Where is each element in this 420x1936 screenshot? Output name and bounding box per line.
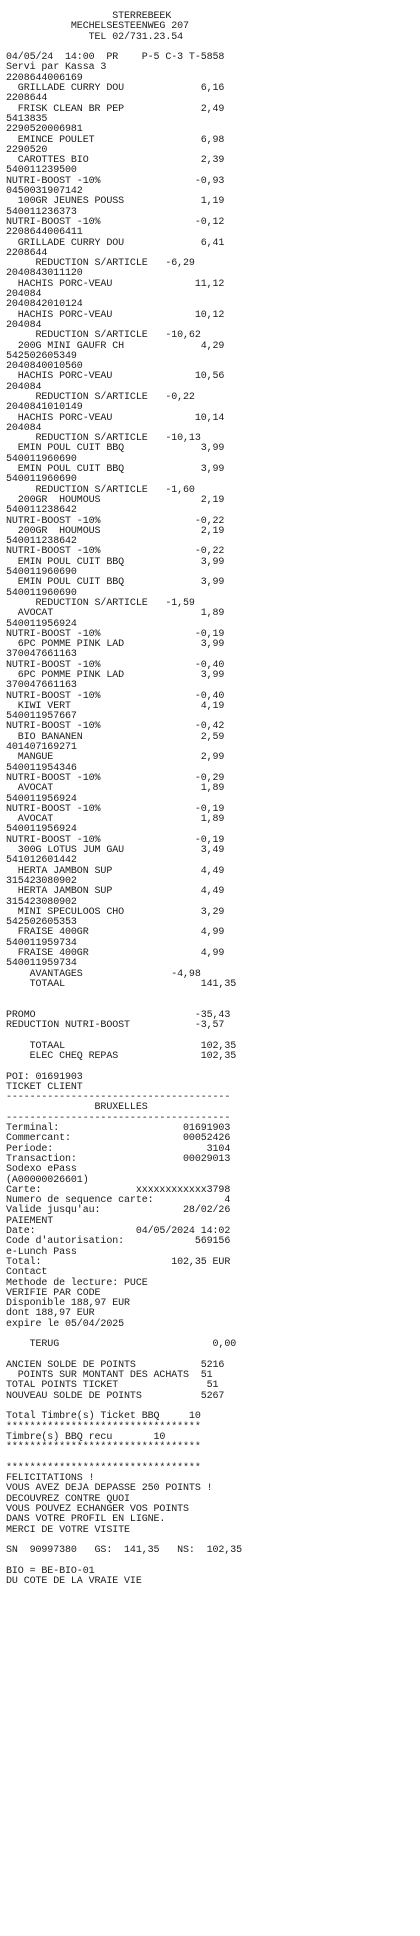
receipt-line: ELEC CHEQ REPAS 102,35 — [6, 1050, 237, 1062]
receipt-line: EMINCE POULET 6,98 — [6, 134, 225, 146]
receipt-line: NOUVEAU SOLDE DE POINTS 5267 — [6, 1390, 225, 1402]
receipt-line: SN 90997380 GS: 141,35 NS: 102,35 — [6, 1545, 243, 1557]
receipt-line: ********************************* — [6, 1442, 201, 1454]
receipt-line: MERCI DE VOTRE VISITE — [6, 1524, 130, 1536]
receipt-line: Valide jusqu'au: 28/02/26 — [6, 1205, 231, 1217]
receipt-line: FRISK CLEAN BR PEP 2,49 — [6, 103, 225, 115]
receipt-line: expire le 05/04/2025 — [6, 1318, 125, 1330]
receipt-line: GRILLADE CURRY DOU 6,16 — [6, 83, 225, 95]
receipt-line: Total: 102,35 EUR — [6, 1256, 231, 1268]
receipt: STERREBEEK MECHELSESTEENWEG 207 TEL 02/7… — [0, 0, 420, 1936]
receipt-line: GRILLADE CURRY DOU 6,41 — [6, 237, 225, 249]
receipt-line: Contact — [6, 1267, 48, 1279]
receipt-line: HERTA JAMBON SUP 4,49 — [6, 886, 225, 898]
receipt-line: 2208644006411 — [6, 227, 83, 239]
receipt-blank-line — [6, 990, 420, 1000]
receipt-line: HACHIS PORC-VEAU 10,14 — [6, 412, 225, 424]
receipt-line: TEL 02/731.23.54 — [6, 31, 184, 43]
receipt-line: HACHIS PORC-VEAU 10,12 — [6, 309, 225, 321]
receipt-line: Sodexo ePass — [6, 1164, 77, 1176]
receipt-line: HACHIS PORC-VEAU 11,12 — [6, 278, 225, 290]
receipt-line: TOTAAL 141,35 — [6, 978, 237, 990]
receipt-line: AVOCAT 1,89 — [6, 608, 225, 620]
receipt-line: TERUG 0,00 — [6, 1339, 237, 1351]
receipt-line: DU COTE DE LA VRAIE VIE — [6, 1576, 142, 1588]
receipt-line: 540011238642 — [6, 505, 77, 517]
receipt-line: HACHIS PORC-VEAU 10,56 — [6, 371, 225, 383]
receipt-line: REDUCTION S/ARTICLE -10,62 — [6, 330, 201, 342]
receipt-line: REDUCTION NUTRI-BOOST -3,57 — [6, 1020, 225, 1032]
